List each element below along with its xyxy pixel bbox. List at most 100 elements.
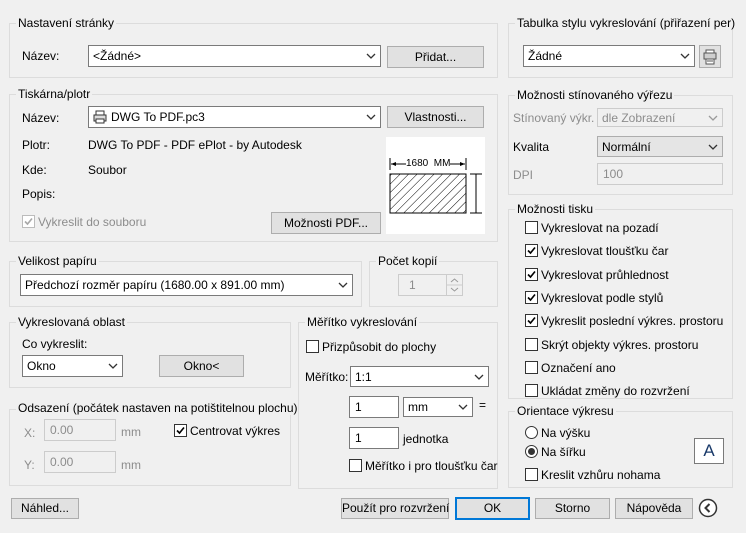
copies-spinner[interactable] [446,275,462,295]
paper-size-select[interactable]: Předchozí rozměr papíru (1680.00 x 891.0… [20,274,353,296]
page-setup-name-label: Název: [22,49,60,63]
apply-to-layout-button[interactable]: Použít pro rozvržení [341,498,449,519]
scale-unit2-label: jednotka [403,432,449,446]
scale-lineweights-label: Měřítko i pro tloušťku čar [365,459,498,473]
plot-option-checkbox[interactable] [525,221,538,234]
offset-y-unit: mm [121,458,141,472]
style-table-select[interactable]: Žádné [523,45,695,67]
portrait-radio[interactable] [525,426,538,439]
orientation-title: Orientace výkresu [515,404,616,418]
plot-option-checkbox[interactable] [525,338,538,351]
scale-equals: = [479,398,487,412]
chevron-down-icon [338,282,348,288]
ok-button[interactable]: OK [455,497,530,520]
what-to-plot-select[interactable]: Okno [22,355,123,377]
edit-style-table-button[interactable] [699,45,721,68]
scale-unit-select[interactable]: mm [403,397,473,417]
chevron-down-icon [366,53,376,59]
plot-option-label: Vykreslit poslední výkres. prostoru [541,314,724,328]
landscape-radio[interactable] [525,445,538,458]
plot-area-title: Vykreslovaná oblast [16,315,127,329]
cancel-button[interactable]: Storno [535,498,610,519]
offset-x-label: X: [24,426,36,440]
printer-properties-button[interactable]: Vlastnosti... [387,106,484,128]
edit-style-icon [703,49,717,65]
copies-value: 1 [409,278,416,292]
shade-plot-label: Stínovaný výkr. [513,111,595,125]
scale-value: 1:1 [355,369,372,384]
landscape-label: Na šířku [541,445,586,459]
preview-dimension-label: 1680 MM [406,158,451,169]
copies-input[interactable]: 1 [398,274,463,296]
shade-plot-value: dle Zobrazení [602,110,676,125]
offset-x-unit: mm [121,425,141,439]
plot-to-file-label: Vykreslit do souboru [38,215,147,229]
check-icon [527,316,536,325]
pdf-options-button[interactable]: Možnosti PDF... [271,212,381,234]
plot-to-file-checkbox[interactable] [22,215,35,228]
plot-option-checkbox[interactable] [525,268,538,281]
center-plot-label: Centrovat výkres [190,424,281,438]
where-value: Soubor [88,163,127,177]
quality-value: Normální [602,139,651,154]
printer-name-label: Název: [22,111,60,125]
scale-value2-input[interactable]: 1 [349,427,399,449]
quality-label: Kvalita [513,140,550,154]
plot-option-checkbox[interactable] [525,291,538,304]
preview-button[interactable]: Náhled... [11,498,79,519]
check-icon [176,426,185,435]
plot-scale-title: Měřítko vykreslování [305,315,420,329]
plot-option-checkbox[interactable] [525,361,538,374]
scale-lineweights-checkbox[interactable] [349,459,362,472]
chevron-down-icon [458,404,468,410]
chevron-left-circle-icon [698,498,718,518]
portrait-label: Na výšku [541,426,591,440]
add-page-setup-button[interactable]: Přidat... [387,46,484,68]
plot-offset-title: Odsazení (počátek nastaven na potištitel… [16,401,300,415]
offset-y-input[interactable]: 0.00 [44,451,116,473]
offset-x-input[interactable]: 0.00 [44,419,116,441]
collapse-button[interactable] [698,498,718,518]
where-label: Kde: [22,163,47,177]
shade-plot-select[interactable]: dle Zobrazení [597,108,723,127]
plot-option-checkbox[interactable] [525,384,538,397]
check-icon [527,293,536,302]
plot-option-label: Skrýt objekty výkres. prostoru [541,338,699,352]
help-button[interactable]: Nápověda [615,498,693,519]
what-to-plot-value: Okno [27,359,56,373]
chevron-down-icon [680,53,690,59]
plotter-value: DWG To PDF - PDF ePlot - by Autodesk [88,138,302,152]
scale-select[interactable]: 1:1 [350,366,489,387]
fit-to-paper-checkbox[interactable] [306,340,319,353]
printer-icon [93,110,107,124]
scale-value1-input[interactable]: 1 [349,396,399,418]
chevron-down-icon [366,114,376,120]
window-button[interactable]: Okno< [159,355,244,377]
paper-preview: 1680 MM [386,137,485,234]
center-plot-checkbox[interactable] [174,424,187,437]
plot-option-label: Vykreslovat průhlednost [541,268,669,282]
plot-options-title: Možnosti tisku [515,202,596,216]
page-setup-name-select[interactable]: <Žádné> [88,45,381,67]
chevron-down-icon [708,144,718,150]
style-table-value: Žádné [528,49,563,63]
page-setup-name-value: <Žádné> [93,49,142,63]
dpi-label: DPI [513,168,534,182]
plot-option-label: Označení ano [541,361,616,375]
dpi-input[interactable]: 100 [597,163,723,185]
check-icon [527,270,536,279]
plot-option-label: Vykreslovat tloušťku čar [541,244,669,258]
check-icon [24,217,33,226]
landscape-icon: A [694,438,724,464]
plot-option-checkbox[interactable] [525,244,538,257]
chevron-down-icon [474,374,484,380]
quality-select[interactable]: Normální [597,136,723,157]
scale-unit-value: mm [408,400,428,414]
spinner-arrows-icon [447,278,462,292]
what-to-plot-label: Co vykreslit: [22,337,88,351]
landscape-icon-letter: A [703,441,715,460]
printer-name-select[interactable]: DWG To PDF.pc3 [88,106,381,128]
upside-down-checkbox[interactable] [525,468,538,481]
plot-option-checkbox[interactable] [525,314,538,327]
paper-size-title: Velikost papíru [16,254,99,268]
